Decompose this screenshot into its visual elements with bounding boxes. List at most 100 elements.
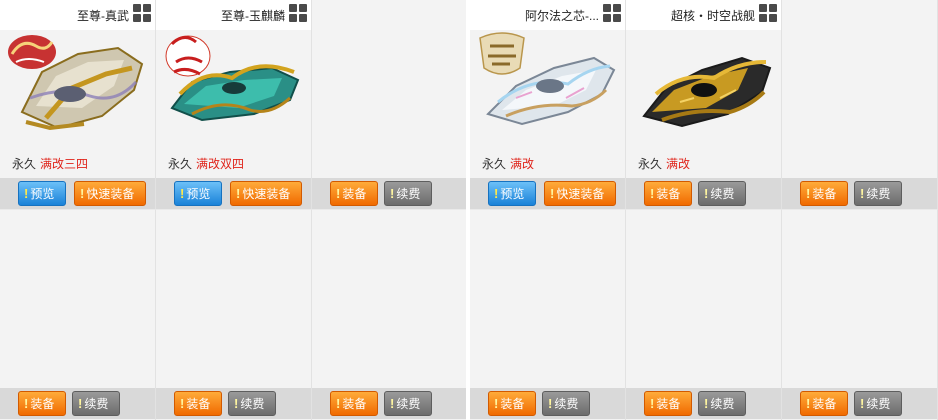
exclamation-icon: ! (860, 186, 865, 201)
exclamation-icon: ! (234, 396, 239, 411)
car-name: 至尊-玉麒麟 (221, 9, 285, 23)
car-image[interactable] (6, 28, 148, 144)
duration-label: 永久 (638, 157, 663, 171)
exclamation-icon: ! (860, 396, 865, 411)
exclamation-icon: ! (24, 186, 29, 201)
exclamation-icon: ! (650, 396, 655, 411)
action-bar: ! 装备 ! 续费 (0, 388, 155, 419)
renew-button[interactable]: ! 续费 (698, 391, 746, 416)
renew-button[interactable]: ! 续费 (854, 181, 902, 206)
car-grid-left: 至尊-真武 永久 满改三四 ! 预览 ! 快速装备 至尊-玉麒麟 永久 满改双四… (0, 0, 468, 420)
empty-slot[interactable]: ! 装备 ! 续费 (312, 0, 468, 210)
grid-menu-icon[interactable] (603, 4, 621, 22)
equip-button[interactable]: ! 装备 (330, 391, 378, 416)
quick-equip-button[interactable]: ! 快速装备 (74, 181, 146, 206)
snake-year-limited-badge-icon (8, 35, 56, 69)
renew-button[interactable]: ! 续费 (384, 391, 432, 416)
zhushen-zhizhan-badge-icon (479, 32, 525, 75)
preview-button[interactable]: ! 预览 (174, 181, 222, 206)
grid-menu-icon[interactable] (289, 4, 307, 22)
car-status: 永久 满改三四 (12, 155, 88, 172)
equip-button[interactable]: ! 装备 (174, 391, 222, 416)
action-bar: ! 装备 ! 续费 (312, 388, 467, 419)
empty-slot[interactable]: ! 装备 ! 续费 (470, 210, 626, 420)
car-status: 永久 满改双四 (168, 155, 244, 172)
empty-slot[interactable]: ! 装备 ! 续费 (0, 210, 156, 420)
equip-button[interactable]: ! 装备 (800, 181, 848, 206)
car-name: 超核・时空战舰 (670, 9, 755, 23)
exclamation-icon: ! (336, 396, 341, 411)
exclamation-icon: ! (550, 186, 555, 201)
empty-slot[interactable]: ! 装备 ! 续费 (782, 0, 938, 210)
equip-button[interactable]: ! 装备 (644, 391, 692, 416)
car-slot[interactable]: 至尊-玉麒麟 永久 满改双四 ! 预览 ! 快速装备 (156, 0, 312, 210)
grid-menu-icon[interactable] (759, 4, 777, 22)
exclamation-icon: ! (704, 396, 709, 411)
renew-button[interactable]: ! 续费 (228, 391, 276, 416)
empty-slot[interactable]: ! 装备 ! 续费 (782, 210, 938, 420)
car-grid-right: 阿尔法之芯-... 永久 满改 ! 预览 ! 快速装备 超核・时空战舰 永久 满… (470, 0, 938, 420)
duration-label: 永久 (482, 157, 507, 171)
exclamation-icon: ! (236, 186, 241, 201)
garage-panel-left: 至尊-真武 永久 满改三四 ! 预览 ! 快速装备 至尊-玉麒麟 永久 满改双四… (0, 0, 468, 420)
exclamation-icon: ! (390, 396, 395, 411)
action-bar: ! 装备 ! 续费 (782, 388, 937, 419)
renew-button[interactable]: ! 续费 (384, 181, 432, 206)
empty-slot[interactable]: ! 装备 ! 续费 (312, 210, 468, 420)
renew-button[interactable]: ! 续费 (542, 391, 590, 416)
exclamation-icon: ! (650, 186, 655, 201)
empty-slot[interactable]: ! 装备 ! 续费 (156, 210, 312, 420)
exclamation-icon: ! (180, 396, 185, 411)
exclamation-icon: ! (390, 186, 395, 201)
action-bar: ! 预览 ! 快速装备 (156, 178, 311, 209)
car-slot[interactable]: 阿尔法之芯-... 永久 满改 ! 预览 ! 快速装备 (470, 0, 626, 210)
car-image[interactable] (632, 28, 774, 144)
renew-button[interactable]: ! 续费 (698, 181, 746, 206)
exclamation-icon: ! (704, 186, 709, 201)
rabbit-year-limited-badge-icon (165, 35, 211, 77)
exclamation-icon: ! (494, 186, 499, 201)
empty-slot[interactable]: ! 装备 ! 续费 (626, 210, 782, 420)
action-bar: ! 装备 ! 续费 (782, 178, 937, 209)
equip-button[interactable]: ! 装备 (18, 391, 66, 416)
exclamation-icon: ! (806, 396, 811, 411)
exclamation-icon: ! (806, 186, 811, 201)
car-slot[interactable]: 至尊-真武 永久 满改三四 ! 预览 ! 快速装备 (0, 0, 156, 210)
car-image[interactable] (162, 28, 304, 144)
preview-button[interactable]: ! 预览 (18, 181, 66, 206)
exclamation-icon: ! (78, 396, 83, 411)
quick-equip-button[interactable]: ! 快速装备 (544, 181, 616, 206)
car-slot[interactable]: 超核・时空战舰 永久 满改 ! 装备 ! 续费 (626, 0, 782, 210)
duration-label: 永久 (12, 157, 37, 171)
slot-header: 超核・时空战舰 (626, 0, 781, 30)
grid-menu-icon[interactable] (133, 4, 151, 22)
renew-button[interactable]: ! 续费 (854, 391, 902, 416)
mod-level-label: 满改 (666, 157, 691, 171)
slot-header: 至尊-玉麒麟 (156, 0, 311, 30)
mod-level-label: 满改 (510, 157, 535, 171)
duration-label: 永久 (168, 157, 193, 171)
car-image[interactable] (476, 28, 618, 144)
action-bar: ! 装备 ! 续费 (626, 178, 781, 209)
mod-level-label: 满改三四 (40, 157, 89, 171)
exclamation-icon: ! (24, 396, 29, 411)
action-bar: ! 预览 ! 快速装备 (470, 178, 625, 209)
equip-button[interactable]: ! 装备 (800, 391, 848, 416)
car-name: 阿尔法之芯-... (525, 9, 599, 23)
equip-button[interactable]: ! 装备 (644, 181, 692, 206)
exclamation-icon: ! (494, 396, 499, 411)
action-bar: ! 装备 ! 续费 (156, 388, 311, 419)
preview-button[interactable]: ! 预览 (488, 181, 536, 206)
equip-button[interactable]: ! 装备 (330, 181, 378, 206)
renew-button[interactable]: ! 续费 (72, 391, 120, 416)
slot-header: 阿尔法之芯-... (470, 0, 625, 30)
action-bar: ! 装备 ! 续费 (470, 388, 625, 419)
equip-button[interactable]: ! 装备 (488, 391, 536, 416)
car-status: 永久 满改 (638, 155, 690, 172)
car-status: 永久 满改 (482, 155, 534, 172)
action-bar: ! 装备 ! 续费 (626, 388, 781, 419)
garage-panel-right: 阿尔法之芯-... 永久 满改 ! 预览 ! 快速装备 超核・时空战舰 永久 满… (470, 0, 938, 420)
quick-equip-button[interactable]: ! 快速装备 (230, 181, 302, 206)
action-bar: ! 装备 ! 续费 (312, 178, 467, 209)
exclamation-icon: ! (548, 396, 553, 411)
